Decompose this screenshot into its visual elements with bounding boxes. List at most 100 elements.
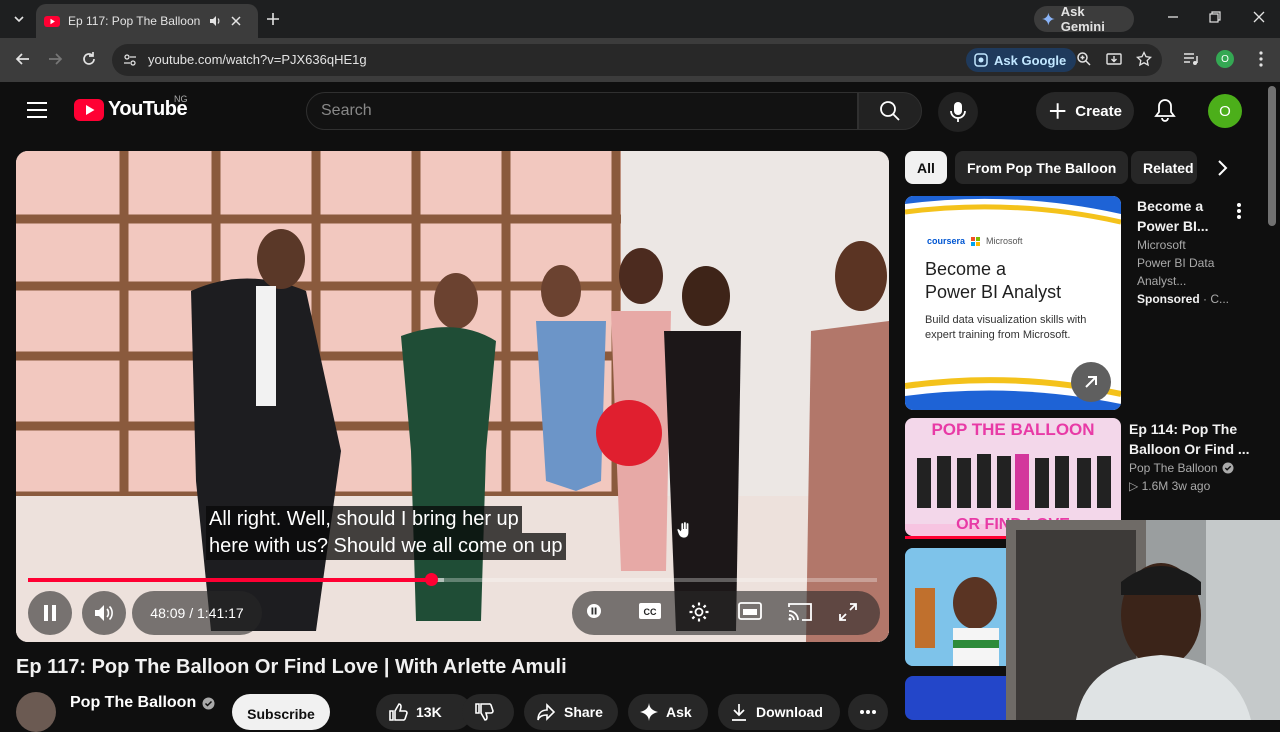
ask-button[interactable]: Ask	[628, 694, 708, 730]
channel-name-link[interactable]: Pop The Balloon	[70, 694, 215, 712]
install-app-icon[interactable]	[1106, 51, 1122, 67]
account-avatar[interactable]: O	[1208, 94, 1242, 128]
create-label: Create	[1075, 102, 1122, 120]
reload-icon[interactable]	[80, 50, 98, 68]
ad-thumbnail[interactable]: coursera Microsoft Become a Power BI Ana…	[905, 196, 1121, 410]
ad-headline: Become a Power BI Analyst	[925, 258, 1061, 304]
right-controls-group	[572, 591, 880, 635]
tab-search-button[interactable]	[8, 8, 30, 30]
share-button[interactable]: Share	[524, 694, 618, 730]
video-caption: All right. Well, should I bring her up h…	[206, 506, 566, 560]
recommendation-thumbnail[interactable]: POP THE BALLOON OR FIND LOVE	[905, 418, 1121, 536]
video-player[interactable]: All right. Well, should I bring her up h…	[16, 151, 889, 642]
chip-related[interactable]: Related	[1131, 151, 1197, 184]
site-info-icon[interactable]	[122, 52, 138, 68]
ad-meta[interactable]: Become a Power BI... Microsoft Power BI …	[1137, 196, 1237, 308]
rec-title-2: Balloon Or Find ...	[1129, 441, 1250, 457]
hand-cursor-icon	[676, 521, 690, 539]
verified-badge-icon	[1222, 462, 1234, 474]
ask-google-button[interactable]: Ask Google	[966, 48, 1076, 72]
progress-bar[interactable]	[28, 573, 877, 586]
like-button[interactable]: 13K	[376, 694, 472, 730]
video-frame	[16, 151, 889, 642]
forward-arrow-icon[interactable]	[46, 50, 64, 68]
caption-line-2: here with us? Should we all come on up	[206, 533, 566, 560]
browser-profile-avatar[interactable]: O	[1216, 50, 1234, 68]
ad-open-button[interactable]	[1071, 362, 1111, 402]
download-icon	[732, 704, 746, 721]
chevron-right-icon[interactable]	[1212, 158, 1232, 178]
browser-tab-active[interactable]: Ep 117: Pop The Balloon Or	[36, 4, 258, 38]
speaker-icon[interactable]	[208, 14, 222, 28]
webcam-person-graphic	[1006, 520, 1280, 720]
page-scrollbar[interactable]	[1268, 86, 1276, 226]
time-display: 48:09 / 1:41:17	[132, 591, 262, 635]
rec-channel: Pop The Balloon	[1129, 461, 1218, 475]
cast-icon[interactable]	[788, 602, 812, 622]
thumbs-up-icon	[389, 703, 408, 721]
new-tab-icon[interactable]	[264, 10, 282, 28]
channel-avatar[interactable]	[16, 692, 56, 732]
channel-name: Pop The Balloon	[70, 694, 197, 711]
pause-button[interactable]	[28, 591, 72, 635]
ad-title-2: Power BI...	[1137, 218, 1209, 234]
gemini-sparkle-icon	[1042, 12, 1055, 26]
pause-icon	[44, 605, 56, 621]
fullscreen-icon[interactable]	[838, 602, 858, 622]
lens-icon	[974, 53, 988, 67]
address-bar[interactable]: youtube.com/watch?v=PJX636qHE1g Ask Goog…	[112, 44, 1162, 76]
ad-line-3: Analyst...	[1137, 274, 1187, 288]
close-tab-icon[interactable]	[230, 15, 242, 27]
settings-gear-icon[interactable]	[688, 601, 710, 623]
search-input[interactable]: Search	[306, 92, 858, 130]
zoom-icon[interactable]	[1076, 51, 1092, 67]
more-vertical-icon[interactable]	[1236, 202, 1242, 220]
ad-headline-1: Become a	[925, 259, 1007, 279]
browser-toolbar: youtube.com/watch?v=PJX636qHE1g Ask Goog…	[0, 38, 1280, 82]
share-label: Share	[564, 704, 603, 720]
voice-search-button[interactable]	[938, 92, 978, 132]
subtitles-cc-icon[interactable]: CC	[638, 602, 662, 620]
ad-title-1: Become a	[1137, 198, 1204, 214]
bookmark-star-icon[interactable]	[1136, 51, 1152, 67]
download-button[interactable]: Download	[718, 694, 840, 730]
progress-scrubber-handle[interactable]	[424, 573, 438, 586]
recommendation-thumbnail-2[interactable]	[905, 548, 1015, 666]
youtube-play-logo-icon	[74, 98, 104, 121]
create-button[interactable]: Create	[1036, 92, 1134, 130]
thumbs-down-icon	[475, 703, 494, 721]
search-button[interactable]	[858, 92, 922, 130]
miniplayer-icon[interactable]	[738, 602, 762, 620]
ask-label: Ask	[666, 704, 692, 720]
back-arrow-icon[interactable]	[14, 50, 32, 68]
minimize-icon[interactable]	[1166, 10, 1180, 24]
restore-icon[interactable]	[1208, 10, 1222, 24]
dislike-button[interactable]	[462, 694, 514, 730]
search-icon	[880, 101, 900, 121]
autoplay-toggle-icon[interactable]	[586, 603, 602, 619]
browser-menu-icon[interactable]	[1254, 50, 1268, 68]
youtube-logo[interactable]: YouTube NG	[74, 94, 188, 121]
ad-subtext: Build data visualization skills with exp…	[925, 314, 1087, 341]
close-window-icon[interactable]	[1252, 10, 1266, 24]
hamburger-menu-icon[interactable]	[26, 101, 48, 119]
ad-brand-row: coursera Microsoft	[927, 236, 1023, 246]
ad-line-2: Power BI Data	[1137, 256, 1215, 270]
caption-line-1: All right. Well, should I bring her up	[206, 506, 522, 533]
recommendation-thumbnail-3[interactable]	[905, 676, 1015, 720]
rec-stats: ▷ 1.6M 3w ago	[1129, 479, 1211, 493]
tab-title: Ep 117: Pop The Balloon Or	[68, 14, 204, 28]
like-count: 13K	[416, 704, 442, 720]
more-actions-button[interactable]	[848, 694, 888, 730]
coursera-logo: coursera	[927, 236, 966, 246]
chip-from-channel[interactable]: From Pop The Balloon	[955, 151, 1129, 184]
media-control-icon[interactable]	[1182, 50, 1200, 68]
volume-button[interactable]	[82, 591, 126, 635]
ask-gemini-button[interactable]: Ask Gemini	[1034, 4, 1134, 34]
subscribe-button[interactable]: Subscribe	[232, 694, 330, 730]
chip-all[interactable]: All	[905, 151, 947, 184]
recommendation-meta[interactable]: Ep 114: Pop The Balloon Or Find ... Pop …	[1129, 419, 1259, 495]
progress-played	[28, 578, 432, 582]
notifications-bell-icon[interactable]	[1154, 98, 1176, 122]
more-horizontal-icon	[860, 710, 876, 714]
